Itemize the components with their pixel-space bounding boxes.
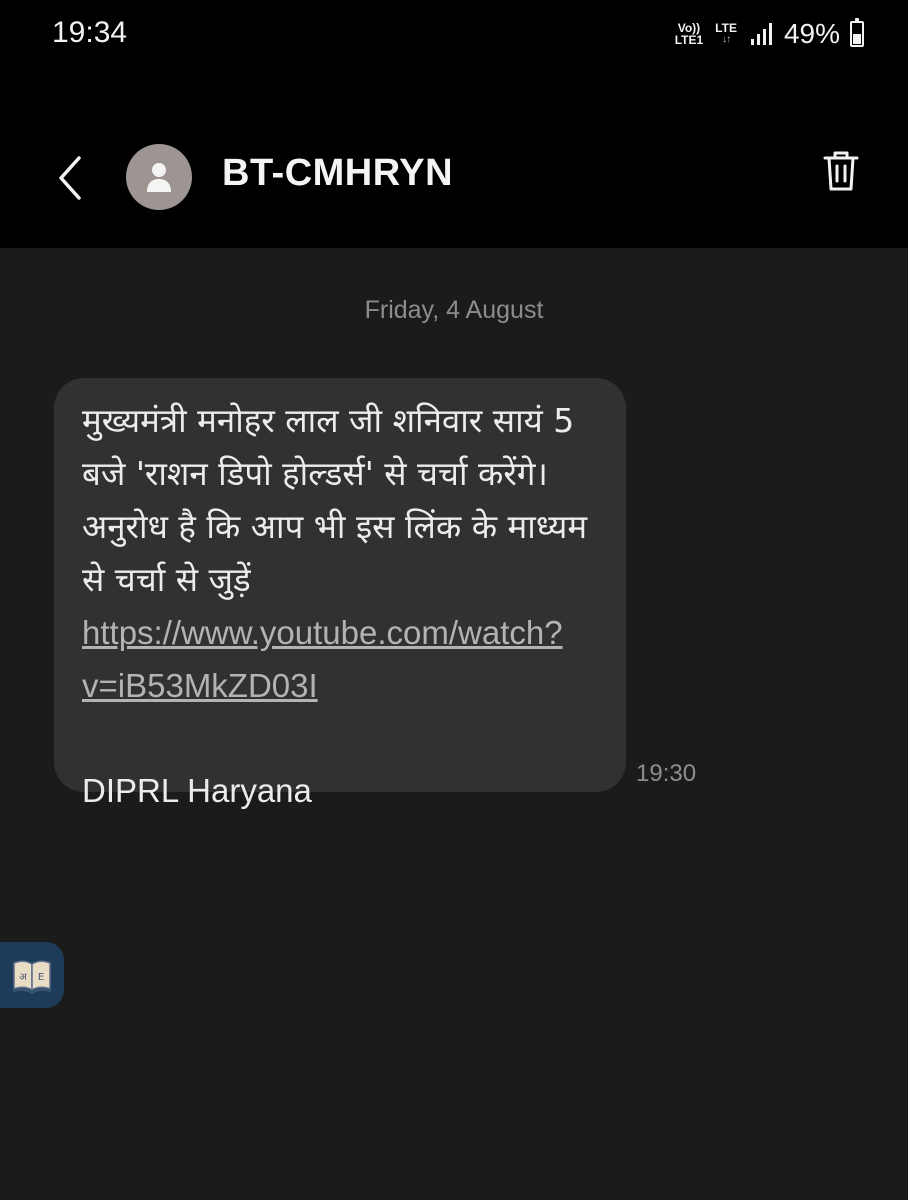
message-text: मुख्यमंत्री मनोहर लाल जी शनिवार सायं 5 ब… [82, 401, 588, 599]
message-link[interactable]: https://www.youtube.com/watch?v=iB53MkZD… [82, 614, 563, 704]
app-header: 19:34 Vo)) LTE1 LTE ↓↑ 49% BT-CMHRYN [0, 0, 908, 248]
message-time: 19:30 [636, 760, 697, 787]
contact-name[interactable]: BT-CMHRYN [222, 152, 453, 195]
battery-icon [850, 18, 864, 47]
message-signature: DIPRL Haryana [82, 772, 312, 809]
person-icon [147, 163, 171, 192]
hindi-letter: अ [19, 972, 27, 983]
status-time: 19:34 [52, 16, 128, 49]
english-letter: E [38, 972, 44, 983]
trash-icon [823, 151, 859, 191]
status-icons: Vo)) LTE1 LTE ↓↑ 49% [675, 14, 864, 54]
lte1-label: LTE1 [674, 33, 704, 47]
delete-button[interactable] [818, 146, 864, 196]
volte-indicator: Vo)) LTE1 [675, 22, 703, 46]
contact-avatar[interactable] [126, 144, 192, 210]
lte-label: LTE [715, 21, 737, 35]
message-body: मुख्यमंत्री मनोहर लाल जी शनिवार सायं 5 ब… [82, 394, 600, 712]
back-button[interactable] [48, 150, 92, 206]
data-arrows-icon: ↓↑ [722, 34, 731, 45]
message-bubble[interactable]: मुख्यमंत्री मनोहर लाल जी शनिवार सायं 5 ब… [54, 378, 626, 809]
dictionary-floating-button[interactable]: अ E [0, 942, 64, 1008]
signal-strength-icon [750, 23, 772, 45]
dictionary-book-icon: अ E [13, 960, 51, 994]
battery-percent: 49% [783, 18, 840, 49]
lte-indicator: LTE ↓↑ [715, 22, 737, 46]
date-separator: Friday, 4 August [364, 296, 544, 324]
chevron-left-icon [59, 156, 81, 200]
